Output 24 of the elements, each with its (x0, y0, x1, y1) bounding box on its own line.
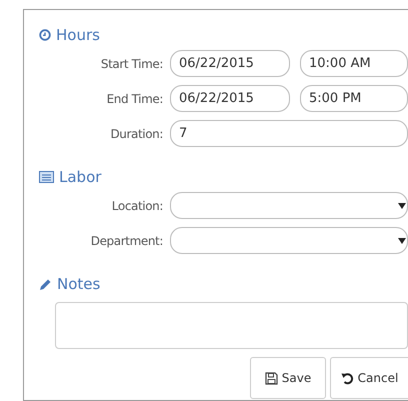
time-field[interactable]: 5:00 PM (300, 85, 408, 112)
field-label: Location: (110, 198, 163, 212)
field-label: End Time: (106, 92, 163, 106)
caret-icon (398, 202, 406, 208)
dropdown-field[interactable] (170, 192, 408, 219)
save-button[interactable]: Save (250, 357, 326, 399)
section-title: Labor (59, 168, 102, 186)
field-label: Department: (90, 234, 163, 248)
caret-icon (398, 238, 406, 244)
field-label: Duration: (109, 126, 163, 140)
list-icon (39, 171, 54, 183)
date-field[interactable]: 06/22/2015 (170, 50, 290, 77)
section-title: Hours (56, 26, 100, 44)
field-label: Start Time: (100, 56, 163, 70)
notes-field[interactable] (55, 302, 408, 349)
undo-icon (340, 372, 354, 384)
clock-icon (39, 29, 51, 41)
cancel-button[interactable]: Cancel (330, 357, 408, 399)
date-field[interactable]: 06/22/2015 (170, 85, 290, 112)
section-title: Notes (57, 275, 100, 293)
time-field[interactable]: 10:00 AM (300, 50, 408, 77)
pencil-icon (39, 278, 52, 290)
text-field[interactable]: 7 (170, 120, 408, 147)
dropdown-field[interactable] (170, 227, 408, 254)
